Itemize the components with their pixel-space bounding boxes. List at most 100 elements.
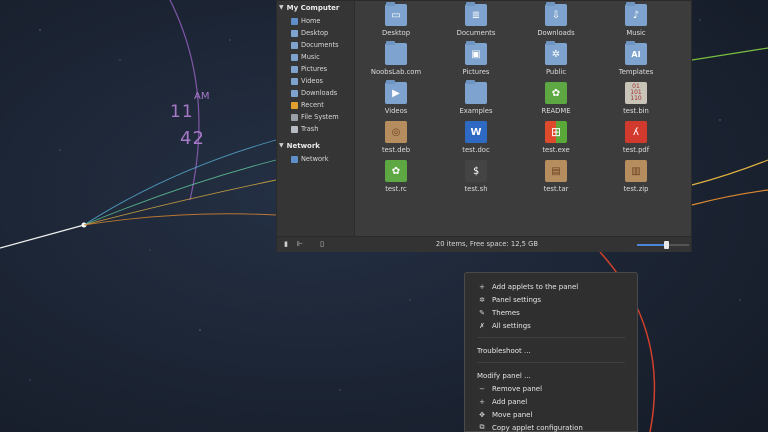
collapse-arrow-icon[interactable]: ▼	[279, 142, 284, 149]
zoom-slider-handle[interactable]	[663, 241, 669, 249]
sidebar-item-trash[interactable]: Trash	[277, 123, 354, 135]
sidebar-item-file-system[interactable]: File System	[277, 111, 354, 123]
file-item-videos[interactable]: ▶ Videos	[356, 79, 436, 117]
file-label: Desktop	[381, 29, 411, 37]
sidebar-item-label: Desktop	[301, 29, 329, 37]
file-item-noobslab[interactable]: NoobsLab.com	[356, 40, 436, 78]
file-label: Downloads	[537, 29, 575, 37]
sidebar-item-network[interactable]: Network	[277, 153, 354, 165]
sidebar-item-label: Music	[301, 53, 320, 61]
plus-icon: +	[479, 397, 485, 406]
sidebar-section-network[interactable]: ▼ Network	[277, 140, 354, 151]
word-document-icon: W	[465, 121, 487, 143]
clock-hour: 11	[170, 102, 194, 122]
sidebar-section-my-computer[interactable]: ▼ My Computer	[277, 2, 354, 13]
file-item-test-deb[interactable]: ◎ test.deb	[356, 118, 436, 156]
sidebar-item-documents[interactable]: Documents	[277, 39, 354, 51]
file-item-desktop[interactable]: ▭ Desktop	[356, 1, 436, 39]
folder-icon	[465, 80, 487, 104]
zip-archive-icon: ▥	[625, 160, 647, 182]
status-bar: ▮ ⊩ ▯ 20 items, Free space: 12,5 GB	[277, 236, 691, 252]
status-text: 20 items, Free space: 12,5 GB	[435, 240, 539, 248]
clock-ampm: AM	[194, 91, 210, 102]
videos-icon	[291, 77, 298, 85]
menu-item-label: Copy applet configuration	[492, 423, 583, 432]
file-item-public[interactable]: ✲ Public	[516, 40, 596, 78]
file-label: test.sh	[464, 185, 488, 193]
menu-item-themes[interactable]: ✎ Themes	[465, 306, 637, 319]
sidebar-section-title: My Computer	[286, 3, 340, 12]
sidebar-item-label: Home	[301, 17, 321, 25]
filesystem-icon	[291, 113, 298, 121]
file-item-readme[interactable]: ✿ README	[516, 79, 596, 117]
sidebar-item-music[interactable]: Music	[277, 51, 354, 63]
file-item-test-tar[interactable]: ▤ test.tar	[516, 157, 596, 195]
network-icon	[291, 155, 298, 163]
file-label: Pictures	[462, 68, 490, 76]
file-item-test-pdf[interactable]: ʎ test.pdf	[596, 118, 676, 156]
menu-item-all-settings[interactable]: ✗ All settings	[465, 319, 637, 332]
desktop-icon	[291, 29, 298, 37]
documents-folder-icon: ≣	[465, 2, 487, 26]
show-places-button[interactable]: ▮	[281, 240, 291, 249]
file-label: test.bin	[623, 107, 649, 115]
file-label: Public	[545, 68, 567, 76]
downloads-icon	[291, 89, 298, 97]
zoom-slider[interactable]	[637, 241, 689, 249]
file-item-downloads[interactable]: ⇩ Downloads	[516, 1, 596, 39]
file-item-pictures[interactable]: ▣ Pictures	[436, 40, 516, 78]
tar-archive-icon: ▤	[545, 160, 567, 182]
file-item-music[interactable]: ♪ Music	[596, 1, 676, 39]
music-folder-icon: ♪	[625, 2, 647, 26]
menu-item-remove-panel[interactable]: − Remove panel	[465, 382, 637, 395]
sidebar-item-videos[interactable]: Videos	[277, 75, 354, 87]
file-item-examples[interactable]: Examples	[436, 79, 516, 117]
menu-item-label: Move panel	[492, 410, 533, 419]
menu-item-add-applets[interactable]: + Add applets to the panel	[465, 280, 637, 293]
file-item-test-zip[interactable]: ▥ test.zip	[596, 157, 676, 195]
deb-package-icon: ◎	[385, 121, 407, 143]
sidebar-item-label: Pictures	[301, 65, 328, 73]
shell-script-icon: $	[465, 160, 487, 182]
menu-item-add-panel[interactable]: + Add panel	[465, 395, 637, 408]
sidebar-item-label: File System	[301, 113, 339, 121]
menu-item-label: Add panel	[492, 397, 528, 406]
menu-item-modify-panel[interactable]: Modify panel ...	[465, 369, 637, 382]
hide-sidebar-button[interactable]: ▯	[317, 240, 327, 249]
sidebar-item-downloads[interactable]: Downloads	[277, 87, 354, 99]
move-icon: ✥	[479, 410, 485, 419]
menu-item-label: All settings	[492, 321, 531, 330]
file-item-test-rc[interactable]: ✿ test.rc	[356, 157, 436, 195]
recent-icon	[291, 101, 298, 109]
file-item-test-bin[interactable]: 01 101 110 test.bin	[596, 79, 676, 117]
show-tree-button[interactable]: ⊩	[295, 240, 305, 249]
menu-item-move-panel[interactable]: ✥ Move panel	[465, 408, 637, 421]
videos-folder-icon: ▶	[385, 80, 407, 104]
menu-item-label: Panel settings	[492, 295, 542, 304]
collapse-arrow-icon[interactable]: ▼	[279, 4, 284, 11]
tools-icon: ✗	[479, 321, 485, 330]
file-label: Templates	[618, 68, 654, 76]
file-item-templates[interactable]: AI Templates	[596, 40, 676, 78]
clock-minute: 42	[180, 128, 205, 149]
zoom-slider-fill	[637, 244, 666, 246]
menu-item-label: Themes	[492, 308, 520, 317]
file-item-test-sh[interactable]: $ test.sh	[436, 157, 516, 195]
file-item-test-exe[interactable]: ⊞ test.exe	[516, 118, 596, 156]
brush-icon: ✎	[479, 308, 485, 317]
readme-file-icon: ✿	[545, 82, 567, 104]
menu-item-copy-applet-config[interactable]: ⧉ Copy applet configuration	[465, 421, 637, 432]
file-item-test-doc[interactable]: W test.doc	[436, 118, 516, 156]
menu-item-panel-settings[interactable]: ✲ Panel settings	[465, 293, 637, 306]
sidebar-item-pictures[interactable]: Pictures	[277, 63, 354, 75]
file-label: Videos	[384, 107, 408, 115]
file-view[interactable]: ▭ Desktop ≣ Documents ⇩ Downloads ♪ Musi…	[356, 1, 691, 236]
sidebar-item-recent[interactable]: Recent	[277, 99, 354, 111]
sidebar-item-desktop[interactable]: Desktop	[277, 27, 354, 39]
file-item-documents[interactable]: ≣ Documents	[436, 1, 516, 39]
plus-icon: +	[479, 282, 485, 291]
file-label: test.zip	[623, 185, 649, 193]
menu-item-troubleshoot[interactable]: Troubleshoot ...	[465, 344, 637, 357]
sidebar-item-home[interactable]: Home	[277, 15, 354, 27]
sidebar-item-label: Downloads	[301, 89, 338, 97]
